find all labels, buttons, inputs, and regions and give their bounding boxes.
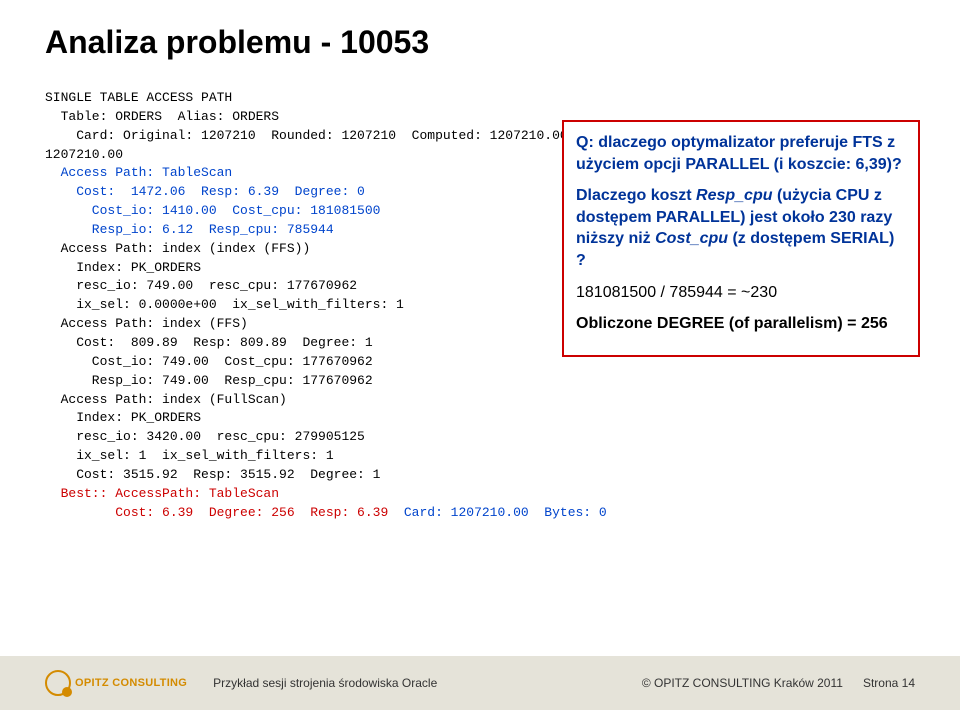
logo-text: OPITZ CONSULTING: [75, 677, 187, 689]
annotation-box: Q: dlaczego optymalizator preferuje FTS …: [562, 120, 920, 357]
question-1: Q: dlaczego optymalizator preferuje FTS …: [576, 132, 906, 175]
logo-icon: [45, 670, 71, 696]
footer-right: © OPITZ CONSULTING Kraków 2011 Strona 14: [642, 676, 915, 690]
calc-note: 181081500 / 785944 = ~230: [576, 282, 906, 304]
question-2: Dlaczego koszt Resp_cpu (użycia CPU z do…: [576, 185, 906, 271]
slide-footer: OPITZ CONSULTING Przykład sesji strojeni…: [0, 656, 960, 710]
degree-note: Obliczone DEGREE (of parallelism) = 256: [576, 313, 906, 335]
logo: OPITZ CONSULTING: [45, 670, 187, 696]
slide-title: Analiza problemu - 10053: [45, 24, 915, 61]
footer-title: Przykład sesji strojenia środowiska Orac…: [213, 676, 437, 690]
